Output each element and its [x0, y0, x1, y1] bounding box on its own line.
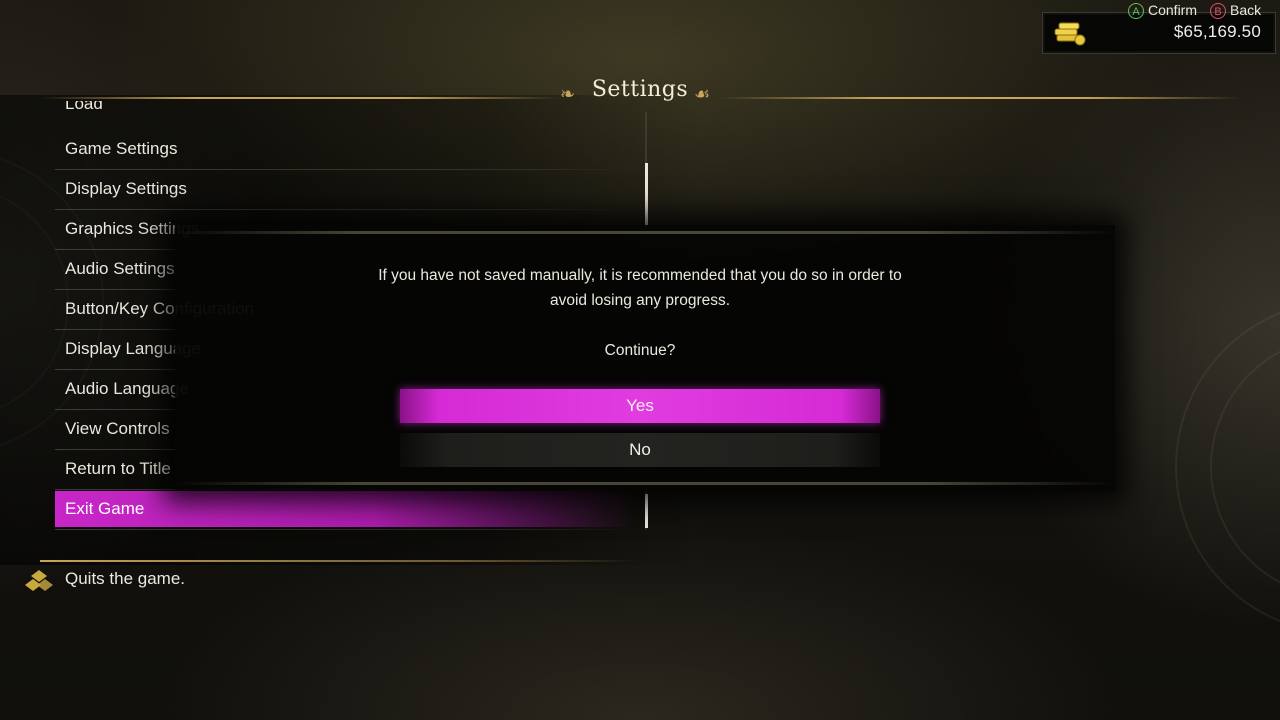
menu-item-label: Display Settings — [65, 179, 187, 198]
menu-item-label: Audio Language — [65, 379, 189, 398]
menu-item-game-settings[interactable]: Game Settings — [55, 131, 635, 170]
scroll-ornament-icon: ☙ — [694, 84, 711, 105]
banknote-ornament — [1210, 335, 1280, 599]
back-label: Back — [1230, 2, 1262, 18]
confirm-label: Confirm — [1148, 2, 1198, 18]
a-button-icon: A — [1128, 3, 1144, 20]
dialog-question: Continue? — [604, 342, 676, 359]
dialog-message-line: avoid losing any progress. — [549, 292, 731, 309]
menu-item-load[interactable]: Load — [55, 101, 635, 123]
menu-item-label: Return to Title — [65, 459, 171, 478]
back-hint[interactable]: B Back — [1210, 0, 1261, 20]
menu-item-label: Game Settings — [65, 139, 178, 158]
settings-screen: $65,169.50 ❧ ☙ Settings Load Game Settin… — [0, 0, 1280, 720]
yes-button[interactable]: Yes — [400, 389, 880, 423]
no-button-label: No — [629, 440, 651, 459]
menu-item-display-settings[interactable]: Display Settings — [55, 171, 635, 210]
menu-item-label: Load — [65, 101, 103, 113]
menu-item-label: View Controls — [65, 419, 170, 438]
description-divider — [40, 560, 640, 562]
menu-scrollbar-thumb[interactable] — [645, 494, 648, 528]
banknote-ornament — [1175, 300, 1280, 634]
yes-button-label: Yes — [626, 396, 654, 415]
title-rule-left — [40, 97, 560, 99]
no-button[interactable]: No — [400, 433, 880, 467]
money-amount: $65,169.50 — [1173, 22, 1261, 41]
menu-scrollbar-thumb[interactable] — [645, 163, 648, 225]
menu-item-label: Exit Game — [65, 499, 145, 518]
page-title: Settings — [591, 77, 689, 102]
gold-coins-icon — [1054, 22, 1086, 46]
confirm-hint[interactable]: A Confirm — [1128, 0, 1197, 20]
menu-item-exit-game[interactable]: Exit Game — [55, 491, 635, 530]
dialog-message: If you have not saved manually, it is re… — [375, 263, 905, 313]
dialog-message-line: If you have not saved manually, it is re… — [378, 267, 902, 284]
diamond-icon — [25, 570, 53, 591]
confirm-dialog: If you have not saved manually, it is re… — [175, 225, 1115, 491]
b-button-icon: B — [1210, 3, 1226, 20]
menu-description: Quits the game. — [65, 569, 186, 588]
menu-item-label: Audio Settings — [65, 259, 175, 278]
title-rule-right — [720, 97, 1240, 99]
